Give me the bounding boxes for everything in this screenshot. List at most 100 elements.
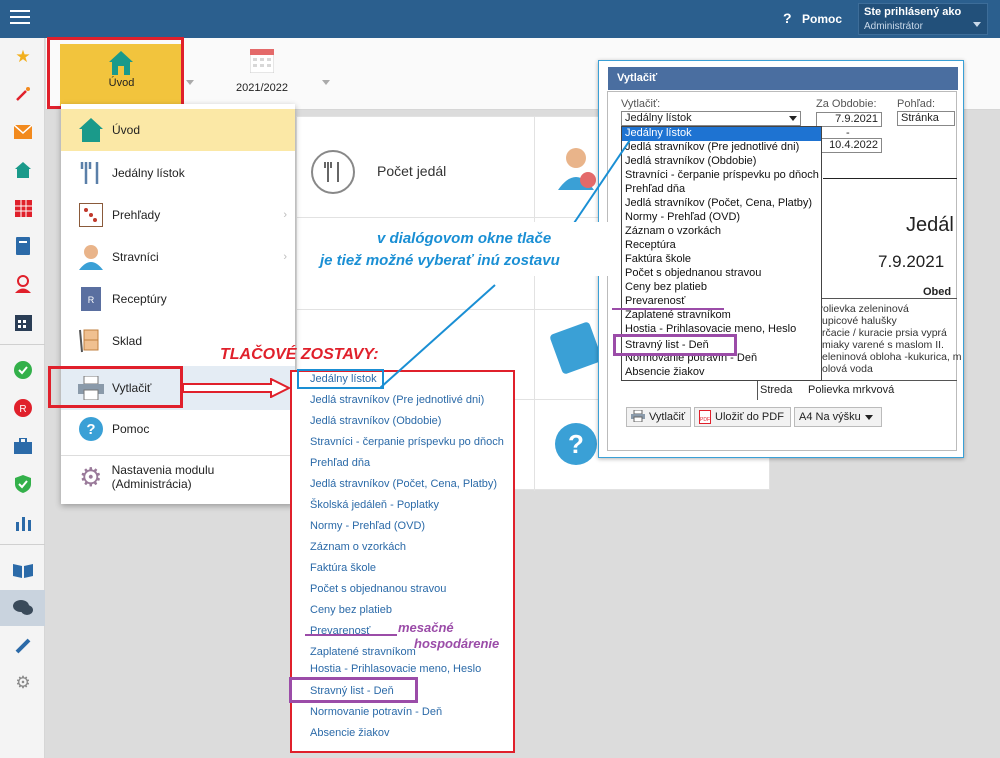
shield-icon[interactable] bbox=[12, 474, 34, 494]
period-label: Za Obdobie: bbox=[816, 98, 877, 110]
menu-item-diners[interactable]: Stravníci › bbox=[61, 236, 295, 278]
menu-item-help[interactable]: ? Pomoc bbox=[61, 408, 295, 450]
recipe-book-icon: R bbox=[77, 285, 105, 313]
list-item[interactable]: Ceny bez platieb bbox=[310, 604, 392, 616]
dropdown-option[interactable]: Stravníci - čerpanie príspevku po dňoch bbox=[625, 169, 819, 181]
warehouse-cart-icon bbox=[77, 327, 105, 355]
list-item[interactable]: Stravníci - čerpanie príspevku po dňoch bbox=[310, 436, 504, 448]
chart-icon[interactable] bbox=[12, 512, 34, 532]
help-circle-icon[interactable]: ? bbox=[555, 423, 597, 465]
menu-item-label: Receptúry bbox=[112, 292, 167, 306]
star-icon[interactable]: ★ bbox=[12, 46, 34, 66]
preview-soup: Polievka mrkvová bbox=[808, 384, 895, 396]
print-button-label: Vytlačiť bbox=[649, 411, 686, 423]
gear-icon[interactable]: ⚙ bbox=[12, 672, 34, 692]
abacus-icon bbox=[77, 201, 105, 229]
list-item[interactable]: Jedlá stravníkov (Pre jednotlivé dni) bbox=[310, 394, 484, 406]
pen-icon[interactable] bbox=[12, 636, 34, 656]
save-pdf-button[interactable]: PDF Uložiť do PDF bbox=[694, 407, 791, 427]
list-item[interactable]: Prehľad dňa bbox=[310, 457, 370, 469]
printer-icon bbox=[631, 409, 645, 425]
check-circle-icon[interactable] bbox=[12, 360, 34, 380]
preview-line: miaky varené s maslom II. bbox=[822, 339, 944, 351]
menu-item-home[interactable]: Úvod bbox=[61, 109, 295, 151]
preview-title: Jedál bbox=[906, 214, 954, 236]
list-item[interactable]: Počet s objednanou stravou bbox=[310, 583, 446, 595]
list-item[interactable]: Hostia - Prihlasovacie meno, Heslo bbox=[310, 663, 481, 675]
home-tab-highlight bbox=[47, 37, 184, 109]
book-icon[interactable] bbox=[12, 236, 34, 256]
user-icon[interactable] bbox=[12, 274, 34, 294]
svg-text:R: R bbox=[88, 295, 95, 305]
dialog-annotation-1: v dialógovom okne tlače bbox=[377, 230, 552, 247]
date-from-field[interactable]: 7.9.2021 bbox=[816, 112, 882, 127]
date-to-field[interactable]: 10.4.2022 bbox=[816, 138, 882, 153]
list-item[interactable]: Školská jedáleň - Poplatky bbox=[310, 499, 439, 511]
preview-line: upicové halušky bbox=[822, 315, 897, 327]
cutlery-icon bbox=[77, 159, 105, 187]
list-item[interactable]: Jedlá stravníkov (Počet, Cena, Platby) bbox=[310, 478, 497, 490]
menu-item-overviews[interactable]: Prehľady › bbox=[61, 194, 295, 236]
menu-highlight-box bbox=[297, 369, 384, 389]
dialog-title: Vytlačiť bbox=[617, 72, 658, 84]
dropdown-option[interactable]: Normy - Prehľad (OVD) bbox=[625, 211, 740, 223]
dropdown-option[interactable]: Jedlá stravníkov (Počet, Cena, Platby) bbox=[625, 197, 812, 209]
tab-school-year[interactable]: 2021/2022 bbox=[227, 44, 297, 106]
help-icon[interactable]: ? bbox=[783, 10, 792, 26]
menu-item-label: Prehľady bbox=[112, 208, 161, 222]
list-item[interactable]: Zaplatené stravníkom bbox=[310, 646, 416, 658]
user-title: Ste prihlásený ako bbox=[864, 6, 962, 18]
menu-item-module-settings[interactable]: ⚙ Nastavenia modulu (Administrácia) bbox=[61, 456, 295, 498]
dialog-header bbox=[608, 67, 958, 90]
person-icon bbox=[77, 243, 105, 271]
cutlery-icon bbox=[311, 150, 355, 194]
chevron-down-icon[interactable] bbox=[186, 80, 194, 85]
list-item[interactable]: Záznam o vzorkách bbox=[310, 541, 406, 553]
home-icon bbox=[77, 116, 105, 144]
dialog-annotation-2: je tiež možné vyberať inú zostavu bbox=[320, 252, 560, 269]
menu-item-recipes[interactable]: R Receptúry bbox=[61, 278, 295, 320]
menu-item-label: Sklad bbox=[112, 334, 143, 348]
chevron-right-icon: › bbox=[283, 209, 287, 221]
calendar-grid-icon[interactable] bbox=[12, 198, 34, 218]
dropdown-option[interactable]: Počet s objednanou stravou bbox=[625, 267, 761, 279]
home-dropdown-menu: Úvod Jedálny lístok Prehľady › Stravníci… bbox=[61, 104, 295, 504]
chevron-down-icon[interactable] bbox=[322, 80, 330, 85]
menu-item-menu[interactable]: Jedálny lístok bbox=[61, 152, 295, 194]
mail-icon[interactable] bbox=[12, 122, 34, 142]
chevron-right-icon: › bbox=[283, 251, 287, 263]
view-select[interactable]: Stránka pre bbox=[897, 111, 955, 126]
print-button[interactable]: Vytlačiť bbox=[626, 407, 691, 427]
menu-item-label: Úvod bbox=[112, 123, 141, 137]
chevron-down-icon bbox=[864, 414, 873, 420]
food-circle-icon[interactable]: R bbox=[12, 398, 34, 418]
briefcase-icon[interactable] bbox=[12, 436, 34, 456]
dropdown-option[interactable]: Zaplatené stravníkom bbox=[625, 309, 731, 321]
dropdown-option[interactable]: Jedálny lístok bbox=[625, 127, 692, 139]
preview-line: rčacie / kuracie prsia vyprá bbox=[822, 327, 947, 339]
home-icon[interactable] bbox=[12, 160, 34, 180]
calendar-icon bbox=[249, 49, 275, 76]
dropdown-option[interactable]: Jedlá stravníkov (Pre jednotlivé dni) bbox=[625, 141, 799, 153]
chat-icon[interactable] bbox=[12, 598, 34, 618]
help-link[interactable]: Pomoc bbox=[802, 12, 842, 26]
pdf-icon: PDF bbox=[699, 410, 711, 424]
list-item[interactable]: Jedlá stravníkov (Obdobie) bbox=[310, 415, 441, 427]
dropdown-option[interactable]: Jedlá stravníkov (Obdobie) bbox=[625, 155, 756, 167]
open-book-icon[interactable] bbox=[12, 560, 34, 580]
list-item[interactable]: Absencie žiakov bbox=[310, 727, 390, 739]
list-item[interactable]: Normy - Prehľad (OVD) bbox=[310, 520, 425, 532]
preview-day: Streda bbox=[760, 384, 793, 396]
list-item[interactable]: Faktúra škole bbox=[310, 562, 376, 574]
magic-wand-icon[interactable] bbox=[12, 84, 34, 104]
tab-school-year-label: 2021/2022 bbox=[236, 82, 288, 94]
monthly-annotation-2: hospodárenie bbox=[414, 636, 500, 651]
list-item[interactable]: Normovanie potravín - Deň bbox=[310, 706, 442, 718]
paper-format-button[interactable]: A4 Na výšku bbox=[794, 407, 882, 427]
report-select[interactable]: Jedálny lístok bbox=[621, 111, 801, 126]
user-menu[interactable]: Ste prihlásený ako Administrátor bbox=[858, 3, 988, 35]
hamburger-menu-icon[interactable] bbox=[10, 10, 30, 26]
print-item-highlight bbox=[48, 366, 183, 408]
calendar-icon[interactable] bbox=[12, 312, 34, 332]
chevron-down-icon[interactable] bbox=[789, 116, 797, 121]
